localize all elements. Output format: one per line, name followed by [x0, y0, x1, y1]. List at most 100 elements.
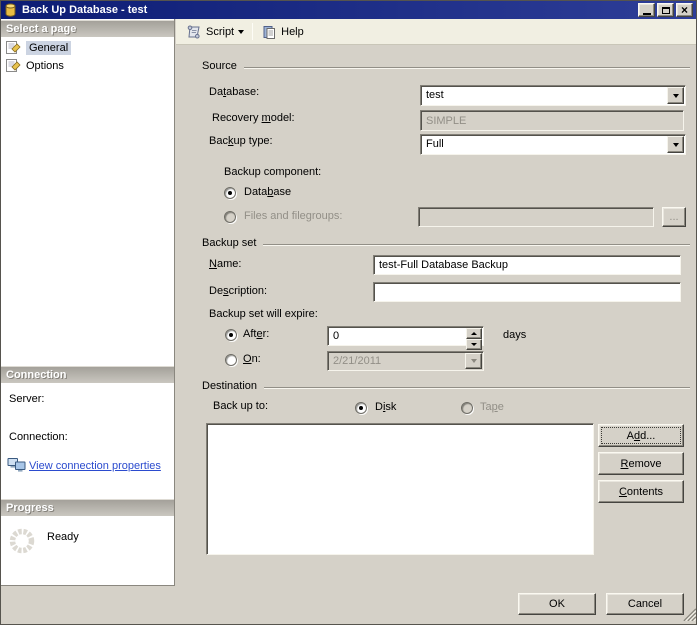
expire-label: Backup set will expire:	[209, 308, 318, 320]
page-icon	[5, 40, 21, 55]
group-divider	[263, 243, 690, 245]
description-input[interactable]	[375, 284, 679, 300]
maximize-icon	[661, 6, 670, 14]
spinner-icon	[8, 527, 36, 555]
sidebar-item-general[interactable]: General	[5, 39, 72, 56]
script-label: Script	[206, 25, 235, 38]
chevron-down-icon	[238, 30, 245, 37]
progress-header: Progress	[1, 499, 174, 516]
help-label: Help	[281, 25, 304, 38]
page-icon	[5, 58, 21, 73]
select-page-header: Select a page	[1, 20, 174, 37]
spinner-buttons	[466, 328, 482, 350]
disk-radio[interactable]	[355, 402, 367, 414]
backup-set-group-label: Backup set	[202, 237, 257, 249]
expire-after-spinner[interactable]	[327, 326, 484, 350]
add-button[interactable]: Ad d...	[598, 424, 684, 447]
dropdown-arrow-icon	[470, 359, 477, 366]
window-title: Back Up Database - test	[22, 4, 148, 16]
expire-on-date-value: 2/21/2011	[333, 355, 382, 367]
expire-on-dropdown-button	[465, 353, 482, 369]
sidebar: Select a page General Options Connection…	[1, 19, 175, 586]
disk-radio-label[interactable]: Disk	[375, 401, 396, 413]
database-combobox[interactable]: test	[420, 85, 686, 106]
group-divider	[264, 386, 690, 388]
backup-set-group-header: Backup set	[202, 237, 690, 249]
recovery-model-field	[420, 110, 684, 131]
destination-list[interactable]	[206, 423, 594, 555]
destination-group-header: Destination	[202, 380, 690, 392]
toolbar-separator	[252, 23, 254, 40]
backup-type-dropdown-button[interactable]	[667, 136, 684, 153]
footer: OK Cancel	[1, 586, 696, 624]
files-filegroups-input	[420, 209, 652, 225]
ok-button[interactable]: OK	[518, 593, 596, 615]
spin-down-icon	[471, 343, 477, 349]
remove-button[interactable]: Remove	[598, 452, 684, 475]
group-divider	[243, 66, 690, 68]
help-button[interactable]: Help	[257, 22, 308, 42]
name-input[interactable]	[375, 257, 679, 273]
backup-type-combobox[interactable]: Full	[420, 134, 686, 155]
recovery-model-input	[422, 112, 682, 129]
sidebar-item-label: Options	[26, 59, 64, 72]
back-up-to-label: Back up to:	[213, 400, 269, 412]
database-label: Database:	[209, 86, 260, 98]
server-label: Server:	[9, 393, 45, 405]
minimize-icon	[642, 12, 651, 15]
connection-label: Connection:	[9, 431, 68, 443]
description-field[interactable]	[373, 282, 681, 302]
expire-after-input[interactable]	[329, 328, 466, 344]
cancel-button[interactable]: Cancel	[606, 593, 684, 615]
files-filegroups-field	[418, 207, 654, 227]
tape-radio-label: Tape	[480, 401, 504, 413]
backup-component-label: Backup component:	[224, 166, 322, 178]
minimize-button[interactable]	[638, 3, 655, 17]
maximize-button[interactable]	[657, 3, 674, 17]
expire-after-radio-label[interactable]: After:	[243, 328, 269, 340]
connection-header: Connection	[1, 366, 174, 383]
database-radio[interactable]	[224, 187, 236, 199]
expire-on-date-combobox: 2/21/2011	[327, 351, 484, 371]
spin-up-button[interactable]	[466, 328, 482, 339]
database-dropdown-button[interactable]	[667, 87, 684, 104]
sidebar-item-options[interactable]: Options	[5, 57, 64, 74]
name-field[interactable]	[373, 255, 681, 275]
script-button[interactable]: Script	[182, 22, 248, 42]
browse-button: ...	[662, 207, 686, 227]
expire-on-radio[interactable]	[225, 354, 237, 366]
resize-grip[interactable]	[682, 607, 696, 621]
close-icon: ×	[680, 3, 688, 17]
spin-down-button[interactable]	[466, 339, 482, 350]
files-filegroups-radio	[224, 211, 236, 223]
dropdown-arrow-icon	[672, 93, 679, 101]
recovery-model-label: Recovery model:	[212, 112, 295, 124]
name-label: Name:	[209, 258, 242, 270]
expire-after-radio[interactable]	[225, 329, 237, 341]
dropdown-arrow-icon	[672, 142, 679, 150]
toolbar: Script Help	[176, 19, 696, 45]
contents-button[interactable]: Contents	[598, 480, 684, 503]
days-label: days	[503, 329, 527, 341]
source-group-label: Source	[202, 60, 237, 72]
description-label: Description:	[209, 285, 268, 297]
spin-up-icon	[471, 329, 477, 335]
titlebar: Back Up Database - test ×	[1, 1, 696, 19]
database-radio-label[interactable]: Database	[244, 186, 291, 198]
files-filegroups-radio-label: Files and filegroups:	[244, 210, 343, 222]
database-icon	[4, 3, 17, 17]
computer-network-icon	[7, 456, 26, 473]
sidebar-item-label: General	[26, 40, 72, 55]
backup-database-dialog: Back Up Database - test × Select a page …	[0, 0, 697, 625]
view-connection-properties-link[interactable]: View connection properties	[29, 460, 161, 472]
source-group-header: Source	[202, 60, 690, 72]
general-page-content: Source Database: test Recovery model: Ba…	[176, 45, 696, 586]
tape-radio	[461, 402, 473, 414]
database-combobox-value: test	[426, 89, 444, 101]
close-button[interactable]: ×	[676, 3, 693, 17]
destination-group-label: Destination	[202, 380, 258, 392]
script-scroll-icon	[186, 24, 202, 40]
expire-on-radio-label[interactable]: On:	[243, 353, 261, 365]
backup-type-label: Backup type:	[209, 135, 273, 147]
progress-status: Ready	[47, 531, 79, 543]
